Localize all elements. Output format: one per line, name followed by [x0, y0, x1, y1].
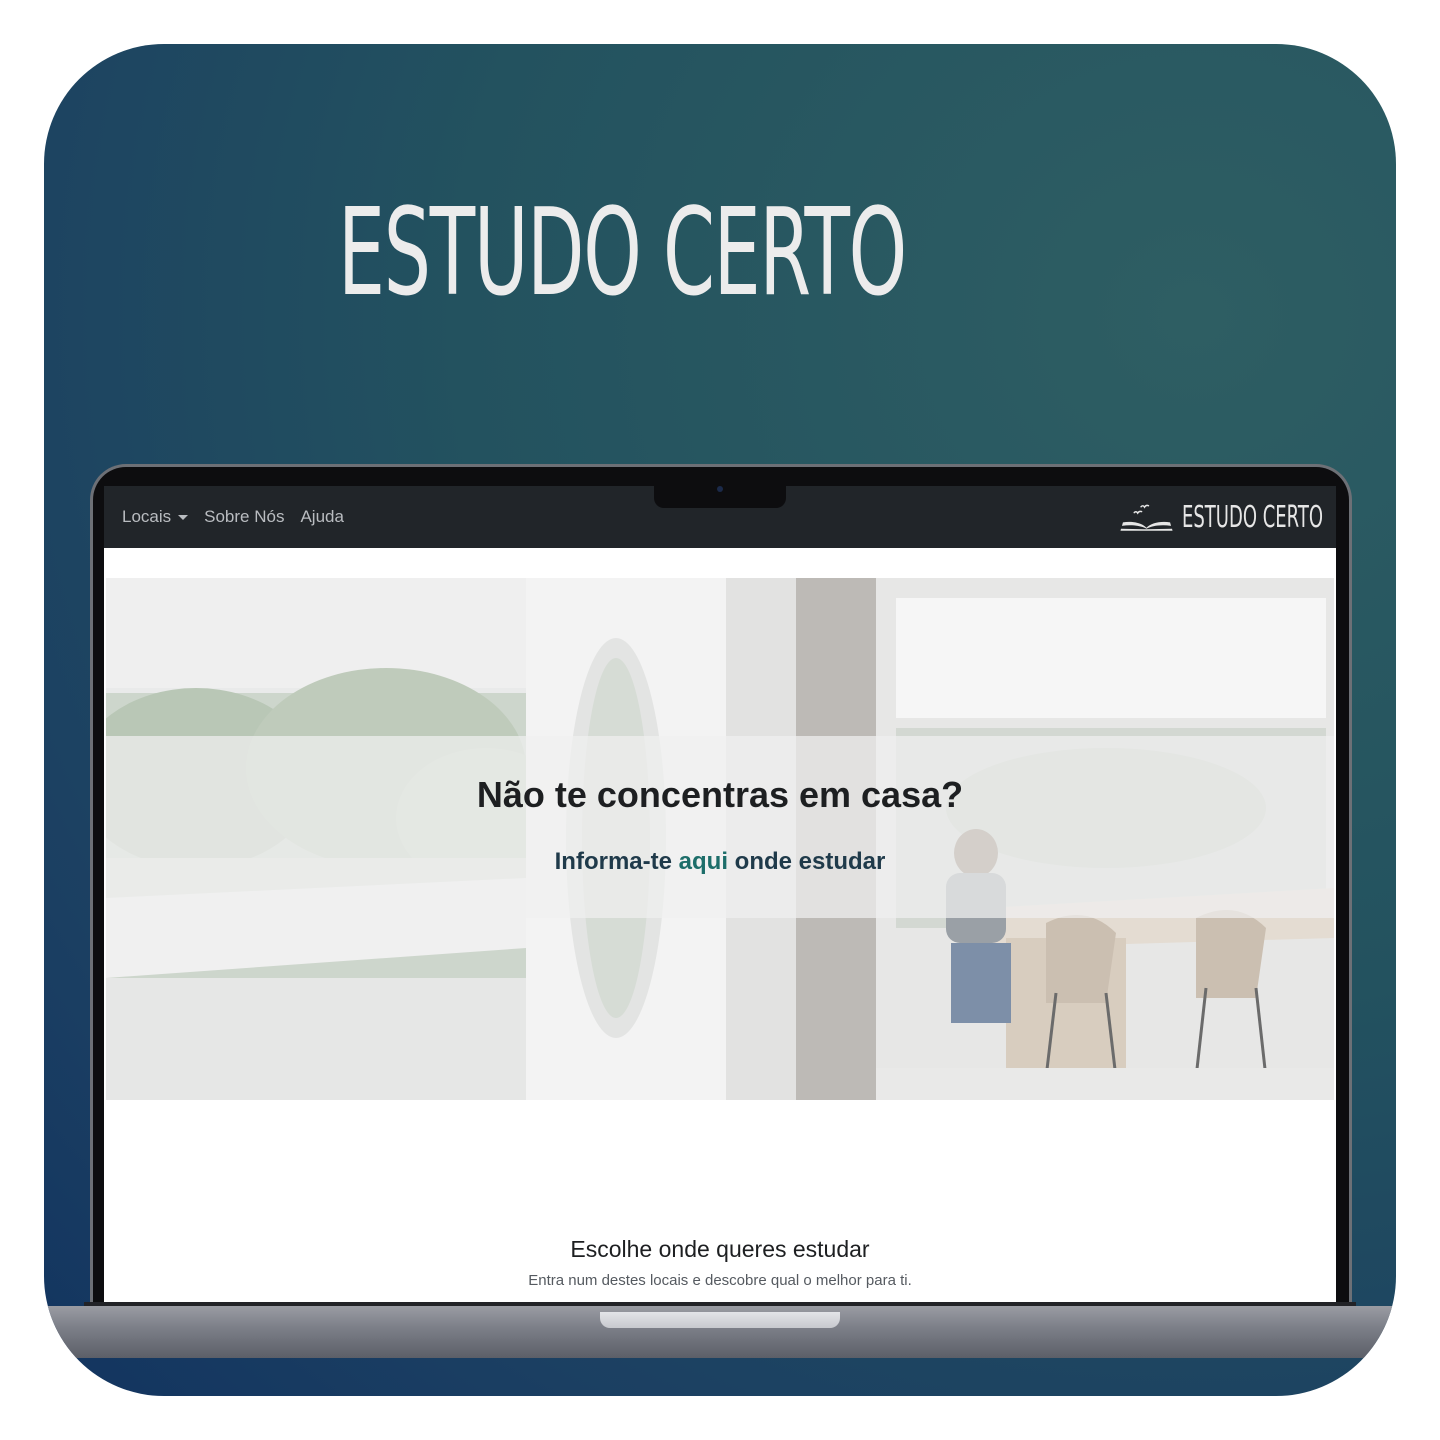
nav-locais-dropdown[interactable]: Locais — [122, 507, 189, 527]
laptop-opening-groove — [600, 1312, 840, 1328]
banner-sub-prefix: Informa-te — [554, 848, 679, 875]
hero-brand-wordmark: ESTUDO CERTO — [338, 184, 907, 323]
laptop-screen: Locais Sobre Nós Ajuda ESTUDO CERTO Não … — [104, 486, 1336, 1314]
promo-tile: ESTUDO CERTO Locais Sobre Nós Ajuda ESTU… — [44, 44, 1396, 1396]
camera-icon — [717, 486, 723, 492]
section-title: Escolhe onde queres estudar — [570, 1236, 870, 1262]
banner-link-aqui[interactable]: aqui — [679, 848, 728, 875]
navbar-brand[interactable]: ESTUDO CERTO — [1120, 498, 1324, 536]
nav-sobre-nos[interactable]: Sobre Nós — [204, 507, 284, 527]
hero-banner: Não te concentras em casa? Informa-te aq… — [106, 578, 1334, 1100]
open-book-icon — [1120, 504, 1173, 531]
navbar-brand-text: ESTUDO CERTO — [1182, 499, 1324, 535]
caret-down-icon — [178, 515, 189, 521]
banner-subline: Informa-te aqui onde estudar — [106, 848, 1334, 876]
nav-ajuda[interactable]: Ajuda — [300, 507, 343, 527]
section-subtitle: Entra num destes locais e descobre qual … — [528, 1272, 912, 1289]
banner-overlay — [106, 736, 1334, 918]
hero-logo: ESTUDO CERTO — [308, 184, 1048, 324]
nav-locais-label: Locais — [122, 507, 172, 526]
banner-headline: Não te concentras em casa? — [476, 774, 964, 815]
banner-sub-suffix: onde estudar — [728, 848, 886, 875]
